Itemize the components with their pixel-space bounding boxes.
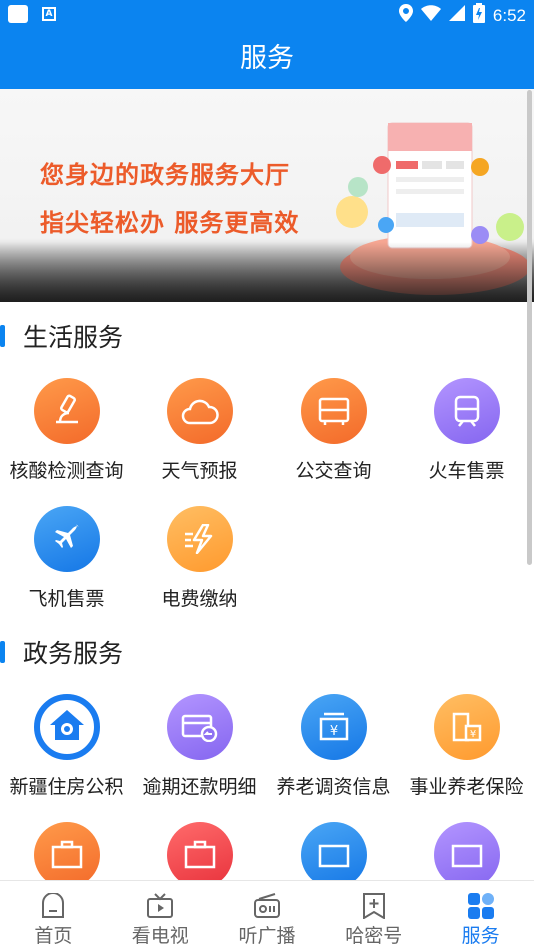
status-bar: A 6:52: [0, 0, 534, 28]
microscope-icon: [33, 378, 100, 444]
nav-tv[interactable]: 看电视: [107, 881, 214, 950]
signal-icon: [448, 5, 465, 26]
train-icon: [433, 378, 500, 444]
nav-radio[interactable]: 听广播: [214, 881, 321, 950]
banner-shadow: [0, 242, 534, 302]
section-title-life: 生活服务: [0, 316, 123, 356]
section-title-gov: 政务服务: [0, 632, 123, 672]
service-overdue-repayment[interactable]: 逾期还款明细: [133, 694, 266, 799]
service-label: 新疆住房公积: [9, 776, 124, 798]
notification-icon: [8, 5, 28, 23]
service-item[interactable]: [267, 822, 400, 888]
service-weather[interactable]: 天气预报: [133, 378, 266, 483]
location-icon: [398, 4, 413, 27]
service-electricity[interactable]: 电费缴纳: [133, 506, 266, 611]
bookmark-plus-icon: [360, 893, 388, 920]
service-item[interactable]: [0, 822, 133, 888]
svg-text:¥: ¥: [329, 724, 337, 739]
service-label: 核酸检测查询: [9, 460, 124, 482]
service-label: 火车售票: [428, 460, 505, 482]
lightning-icon: [166, 506, 233, 572]
grid-icon: [467, 893, 495, 919]
card-return-icon: [166, 694, 233, 760]
service-label: 天气预报: [161, 460, 238, 482]
service-item[interactable]: [400, 822, 533, 888]
service-pension-adjustment[interactable]: ¥ 养老调资信息: [267, 694, 400, 799]
yuan-box-icon: ¥: [300, 694, 367, 760]
banner-headline: 您身边的政务服务大厅: [40, 161, 290, 189]
service-label: 养老调资信息: [276, 776, 391, 798]
banner-subheadline: 指尖轻松办 服务更高效: [40, 209, 300, 237]
banner[interactable]: 您身边的政务服务大厅 指尖轻松办 服务更高效: [0, 89, 534, 302]
nav-hami-account[interactable]: 哈密号: [320, 881, 427, 950]
page-title: 服务: [0, 28, 534, 89]
nav-label: 首页: [34, 925, 73, 947]
service-train[interactable]: 火车售票: [400, 378, 533, 483]
nav-label: 看电视: [131, 925, 189, 947]
bus-icon: [300, 378, 367, 444]
service-label: 公交查询: [295, 460, 372, 482]
service-flight[interactable]: 飞机售票: [0, 506, 133, 611]
service-item[interactable]: [133, 822, 266, 888]
nav-label: 听广播: [238, 925, 296, 947]
service-label: 飞机售票: [28, 588, 105, 610]
nav-service[interactable]: 服务: [427, 881, 534, 950]
nav-label: 服务: [461, 925, 500, 947]
clock: 6:52: [492, 5, 526, 25]
wifi-icon: [420, 5, 441, 26]
briefcase-yuan-icon: [33, 822, 100, 888]
service-housing-fund[interactable]: 新疆住房公积: [0, 694, 133, 799]
section-accent-bar: [0, 641, 5, 663]
keyboard-icon: A: [42, 7, 56, 21]
briefcase-ban-icon: [166, 822, 233, 888]
svg-text:¥: ¥: [469, 729, 475, 740]
tv-icon: [146, 893, 174, 919]
service-bus[interactable]: 公交查询: [267, 378, 400, 483]
service-label: 事业养老保险: [409, 776, 524, 798]
nav-home[interactable]: 首页: [0, 881, 107, 950]
cloud-icon: [166, 378, 233, 444]
scrollbar[interactable]: [527, 90, 532, 565]
section-accent-bar: [0, 325, 5, 347]
card-list-icon: [433, 822, 500, 888]
bottom-navigation: 首页 看电视 听广播 哈密号 服务: [0, 880, 534, 950]
house-fund-icon: [33, 694, 100, 760]
service-nucleic-test[interactable]: 核酸检测查询: [0, 378, 133, 483]
service-label: 逾期还款明细: [142, 776, 257, 798]
home-icon: [39, 892, 67, 919]
service-institution-pension[interactable]: ¥ 事业养老保险: [400, 694, 533, 799]
card-icon: [300, 822, 367, 888]
battery-icon: [472, 3, 485, 28]
section-title-text: 政务服务: [23, 639, 124, 668]
building-yuan-icon: ¥: [433, 694, 500, 760]
radio-icon: [253, 893, 281, 919]
service-label: 电费缴纳: [161, 588, 238, 610]
airplane-icon: [33, 506, 100, 572]
nav-label: 哈密号: [345, 925, 403, 947]
section-title-text: 生活服务: [23, 323, 124, 352]
